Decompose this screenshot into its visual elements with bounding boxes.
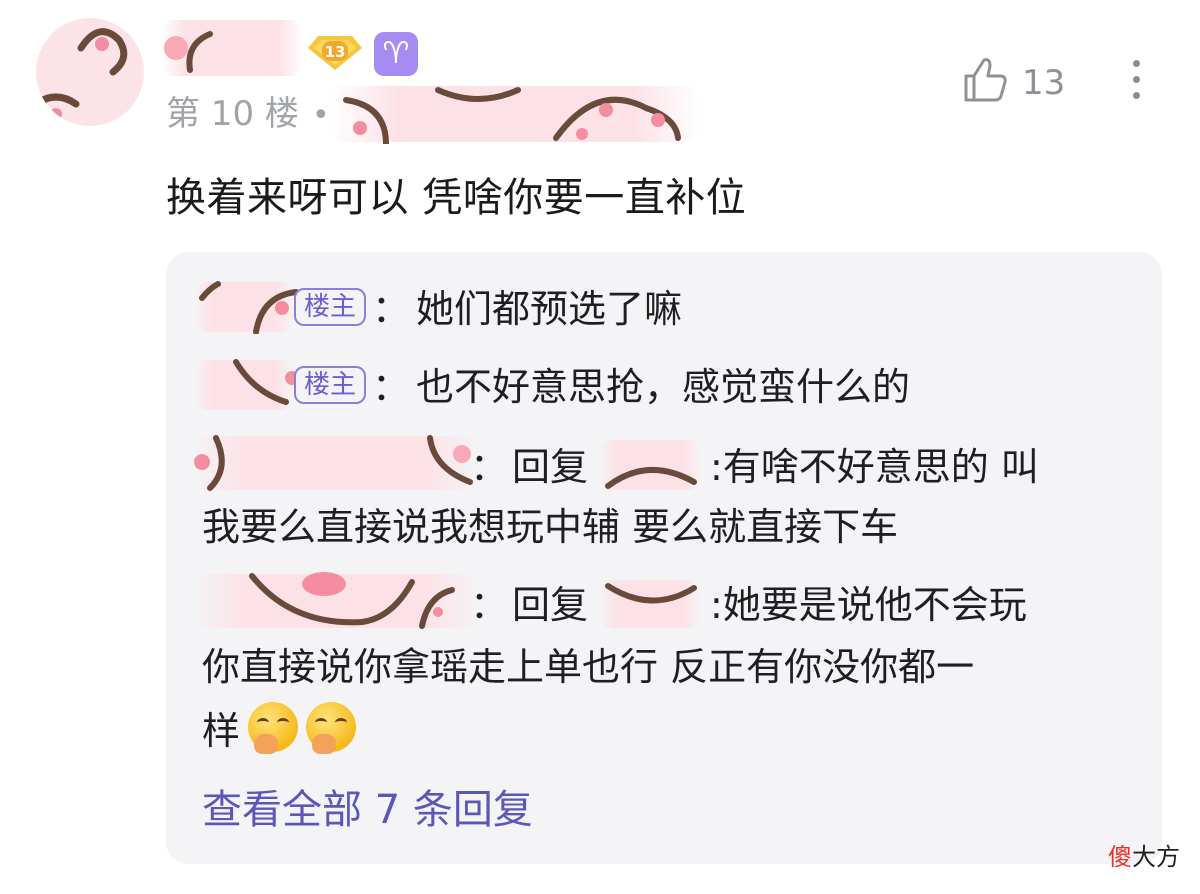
view-all-replies-link[interactable]: 查看全部 7 条回复 bbox=[202, 784, 533, 836]
reply-text-cont: 我要么直接说我想玩中辅 要么就直接下车 bbox=[202, 505, 899, 549]
floor-label: 第 10 楼 bbox=[166, 94, 299, 134]
aries-icon: ♈ bbox=[374, 32, 418, 76]
reply-target-sticker-icon bbox=[605, 467, 697, 489]
cover-mouth-emoji-icon bbox=[306, 702, 357, 754]
like-count: 13 bbox=[1022, 63, 1066, 103]
reply-label: 回复 bbox=[512, 445, 589, 489]
reply-label: 回复 bbox=[512, 583, 589, 627]
like-icon[interactable] bbox=[962, 56, 1008, 104]
reply-colon: ： bbox=[372, 365, 411, 409]
reply-text: :她要是说他不会玩 bbox=[710, 583, 1027, 627]
location-sticker-icon bbox=[343, 87, 681, 144]
more-options-icon[interactable] bbox=[1126, 56, 1146, 106]
owner-tag: 楼主 bbox=[294, 288, 367, 326]
watermark: 傻大方 bbox=[1108, 842, 1180, 872]
reply-colon: ： bbox=[470, 445, 509, 489]
reply-preview-box[interactable] bbox=[166, 252, 1162, 864]
username-sticker-icon bbox=[164, 31, 213, 73]
reply-text-end: 样 bbox=[202, 709, 241, 753]
reply-user-sticker-icon bbox=[233, 359, 299, 405]
reply-colon: ： bbox=[372, 287, 411, 331]
reply-user-sticker-icon bbox=[194, 435, 473, 491]
reply-colon: ： bbox=[470, 583, 509, 627]
comment-text: 换着来呀可以 凭啥你要一直补位 bbox=[166, 175, 747, 221]
reply-user-sticker-icon bbox=[199, 281, 299, 334]
reply-user-sticker-icon bbox=[249, 572, 455, 629]
avatar-sticker-icon bbox=[36, 28, 128, 120]
user-avatar[interactable] bbox=[36, 18, 144, 126]
reply-text: :有啥不好意思的 叫 bbox=[710, 445, 1039, 489]
cover-mouth-emoji-icon bbox=[248, 702, 299, 754]
level-badge-icon: 13 bbox=[308, 36, 362, 70]
reply-target-sticker-icon bbox=[605, 583, 697, 604]
owner-tag: 楼主 bbox=[294, 366, 367, 404]
watermark-accent: 傻 bbox=[1108, 843, 1132, 871]
reply-text: 她们都预选了嘛 bbox=[416, 287, 683, 331]
reply-text-cont: 你直接说你拿瑶走上单也行 反正有你没你都一 bbox=[202, 645, 975, 689]
floor-separator: • bbox=[312, 98, 330, 133]
reply-text: 也不好意思抢，感觉蛮什么的 bbox=[416, 365, 911, 409]
reply-text-cont: 样 bbox=[202, 702, 357, 760]
level-number: 13 bbox=[325, 43, 346, 61]
watermark-rest: 大方 bbox=[1132, 843, 1180, 871]
